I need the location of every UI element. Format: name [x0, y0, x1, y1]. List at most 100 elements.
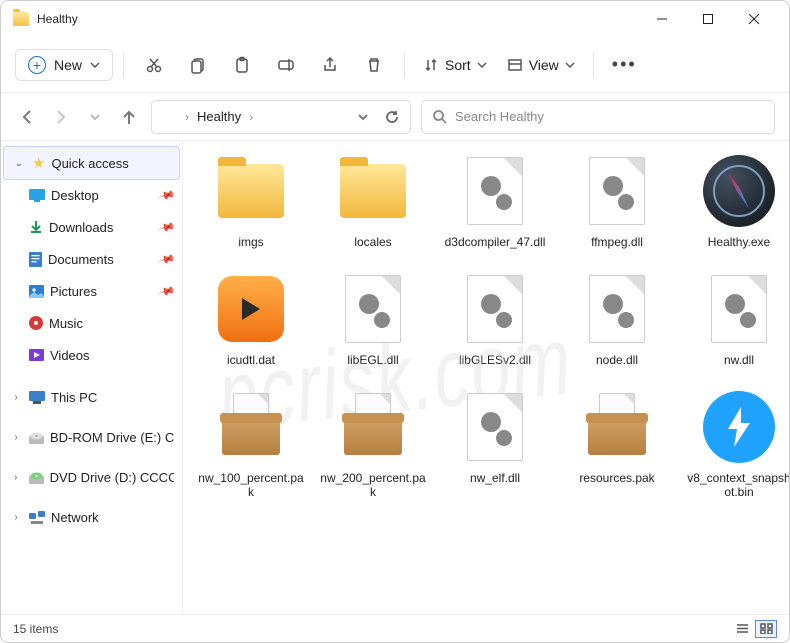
view-button[interactable]: View: [499, 53, 583, 77]
folder-icon: [162, 111, 177, 123]
sidebar-item-documents[interactable]: Documents 📌: [1, 243, 182, 275]
breadcrumb-separator: ›: [185, 110, 189, 124]
file-name: libEGL.dll: [347, 353, 398, 367]
sidebar-item-pictures[interactable]: Pictures 📌: [1, 275, 182, 307]
file-thumb: [457, 271, 533, 347]
cut-button[interactable]: [134, 56, 174, 74]
star-icon: ★: [32, 154, 45, 172]
details-view-button[interactable]: [731, 620, 753, 638]
chevron-down-icon: [565, 60, 575, 70]
file-name: icudtl.dat: [227, 353, 275, 367]
sort-button[interactable]: Sort: [415, 53, 495, 77]
paste-button[interactable]: [222, 56, 262, 74]
file-name: ffmpeg.dll: [591, 235, 643, 249]
sidebar-item-videos[interactable]: Videos: [1, 339, 182, 371]
recent-button[interactable]: [83, 105, 107, 129]
sidebar-quick-access[interactable]: ⌄ ★ Quick access: [4, 147, 179, 179]
more-button[interactable]: •••: [604, 54, 645, 75]
sidebar-this-pc[interactable]: › This PC: [1, 381, 182, 413]
file-pane[interactable]: imgs locales d3dcompiler_47.dll ffmpeg.dll H…: [183, 141, 789, 614]
file-name: imgs: [238, 235, 263, 249]
file-item[interactable]: nw_200_percent.pak: [317, 389, 429, 499]
file-item[interactable]: libEGL.dll: [317, 271, 429, 367]
sidebar-item-downloads[interactable]: Downloads 📌: [1, 211, 182, 243]
file-item[interactable]: ffmpeg.dll: [561, 153, 673, 249]
file-item[interactable]: icudtl.dat: [195, 271, 307, 367]
file-thumb: [335, 153, 411, 229]
sidebar-bdrom[interactable]: › BD-ROM Drive (E:) C: [1, 421, 182, 453]
delete-button[interactable]: [354, 56, 394, 74]
file-item[interactable]: nw.dll: [683, 271, 789, 367]
file-item[interactable]: nw_100_percent.pak: [195, 389, 307, 499]
download-icon: [29, 220, 43, 234]
search-box[interactable]: [421, 100, 775, 134]
rename-button[interactable]: [266, 56, 306, 74]
music-icon: [29, 316, 43, 330]
file-item[interactable]: d3dcompiler_47.dll: [439, 153, 551, 249]
copy-button[interactable]: [178, 56, 218, 74]
sidebar-item-desktop[interactable]: Desktop 📌: [1, 179, 182, 211]
view-icon: [507, 57, 523, 73]
pictures-icon: [29, 285, 44, 298]
sidebar-item-label: Desktop: [51, 188, 99, 203]
sidebar-item-music[interactable]: Music: [1, 307, 182, 339]
file-thumb: [579, 153, 655, 229]
toolbar-separator: [593, 52, 594, 78]
file-name: nw_200_percent.pak: [318, 471, 428, 499]
file-thumb: [213, 153, 289, 229]
file-item[interactable]: node.dll: [561, 271, 673, 367]
refresh-icon[interactable]: [385, 109, 400, 124]
file-item[interactable]: Healthy.exe: [683, 153, 789, 249]
file-item[interactable]: nw_elf.dll: [439, 389, 551, 499]
forward-button[interactable]: [49, 105, 73, 129]
sidebar-dvd[interactable]: › DVD Drive (D:) CCCC: [1, 461, 182, 493]
up-button[interactable]: [117, 105, 141, 129]
chevron-right-icon: ›: [9, 472, 23, 483]
maximize-button[interactable]: [685, 3, 731, 35]
search-input[interactable]: [455, 109, 764, 124]
chevron-down-icon: [90, 60, 100, 70]
file-name: node.dll: [596, 353, 638, 367]
file-name: Healthy.exe: [708, 235, 770, 249]
close-button[interactable]: [731, 3, 777, 35]
share-button[interactable]: [310, 56, 350, 74]
file-thumb: [457, 389, 533, 465]
chevron-right-icon: ›: [9, 432, 23, 443]
status-bar: 15 items: [1, 614, 789, 642]
file-name: nw.dll: [724, 353, 754, 367]
file-item[interactable]: imgs: [195, 153, 307, 249]
chevron-right-icon: ›: [9, 512, 23, 523]
sidebar-network[interactable]: › Network: [1, 501, 182, 533]
breadcrumb-current: Healthy: [197, 109, 241, 124]
minimize-button[interactable]: [639, 3, 685, 35]
network-icon: [29, 511, 45, 524]
sort-label: Sort: [445, 57, 471, 73]
file-item[interactable]: v8_context_snapshot.bin: [683, 389, 789, 499]
file-item[interactable]: resources.pak: [561, 389, 673, 499]
sidebar-item-label: BD-ROM Drive (E:) C: [50, 430, 174, 445]
sidebar-item-label: Network: [51, 510, 99, 525]
videos-icon: [29, 349, 44, 361]
file-name: nw_100_percent.pak: [196, 471, 306, 499]
address-bar[interactable]: › Healthy ›: [151, 100, 411, 134]
sidebar-label: Quick access: [51, 156, 128, 171]
icons-view-button[interactable]: [755, 620, 777, 638]
file-item[interactable]: libGLESv2.dll: [439, 271, 551, 367]
sidebar-item-label: Pictures: [50, 284, 97, 299]
sidebar-item-label: This PC: [51, 390, 97, 405]
back-button[interactable]: [15, 105, 39, 129]
file-name: locales: [354, 235, 391, 249]
file-item[interactable]: locales: [317, 153, 429, 249]
view-label: View: [529, 57, 559, 73]
new-button[interactable]: + New: [15, 49, 113, 81]
title-bar: Healthy: [1, 1, 789, 37]
file-name: nw_elf.dll: [470, 471, 520, 485]
pc-icon: [29, 391, 45, 404]
chevron-down-icon[interactable]: [357, 111, 369, 123]
sidebar: ⌄ ★ Quick access Desktop 📌 Downloads 📌 D…: [1, 141, 183, 614]
file-thumb: [701, 389, 777, 465]
item-count: 15 items: [13, 622, 58, 636]
pin-icon: 📌: [158, 218, 176, 236]
disc-icon: [29, 430, 44, 444]
chevron-right-icon: ›: [9, 392, 23, 403]
